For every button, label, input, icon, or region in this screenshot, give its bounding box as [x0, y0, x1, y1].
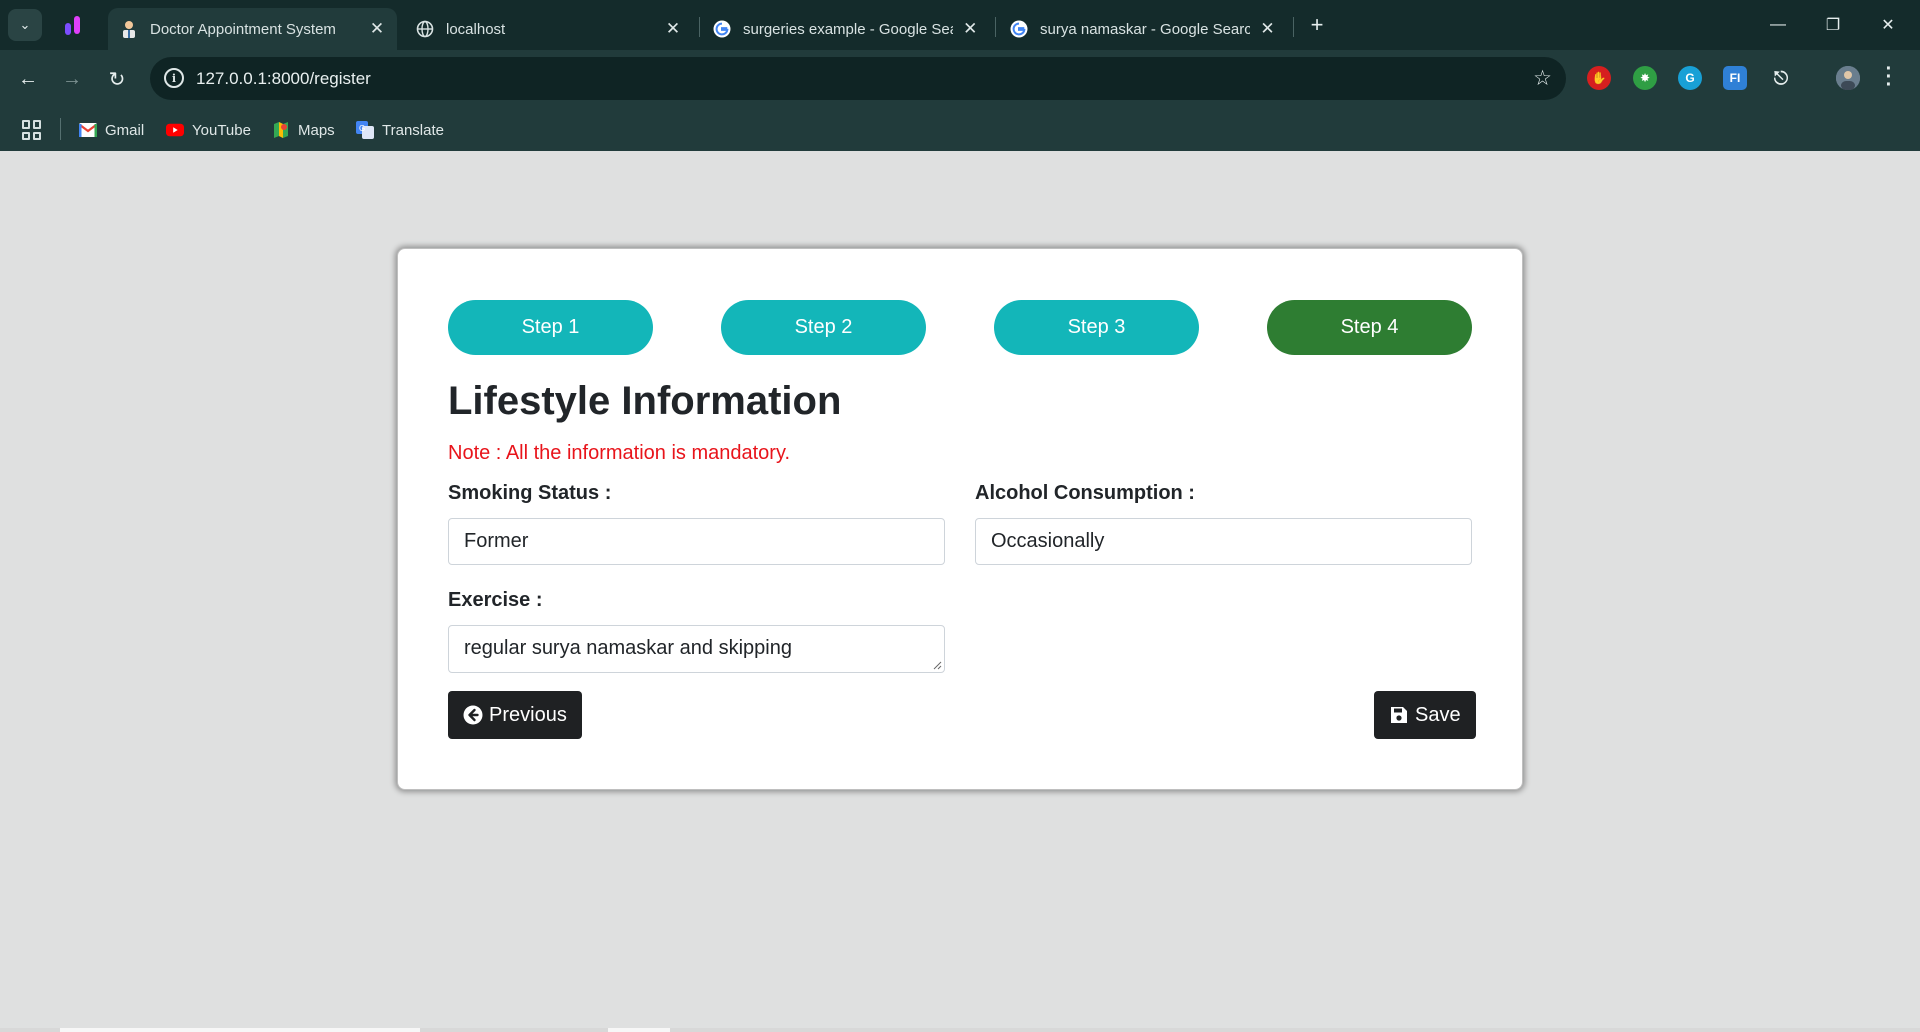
- previous-button-label: Previous: [489, 703, 567, 726]
- alcohol-consumption-field[interactable]: Occasionally: [975, 518, 1472, 565]
- bookmark-label: YouTube: [192, 121, 251, 139]
- minimize-icon: —: [1770, 16, 1786, 33]
- close-icon: ✕: [1881, 17, 1895, 34]
- bookmark-star-icon[interactable]: ☆: [1533, 66, 1552, 91]
- tab-title: Doctor Appointment System: [150, 20, 336, 38]
- close-window-button[interactable]: ✕: [1868, 10, 1908, 40]
- chevron-down-icon: ⌄: [19, 17, 31, 32]
- registration-card: Step 1 Step 2 Step 3 Step 4 Lifestyle In…: [397, 248, 1523, 790]
- tab-title: surya namaskar - Google Search: [1040, 20, 1250, 38]
- alcohol-consumption-label: Alcohol Consumption :: [975, 482, 1195, 504]
- bookmark-label: Gmail: [105, 121, 145, 139]
- previous-button[interactable]: Previous: [448, 691, 582, 739]
- tab-doctor-appointment[interactable]: Doctor Appointment System ✕: [108, 8, 397, 50]
- close-icon[interactable]: ✕: [367, 19, 387, 39]
- puzzle-extensions-icon[interactable]: ⎋: [1769, 66, 1793, 90]
- bookmarks-bar: Gmail YouTube Maps G Translate: [0, 108, 1920, 151]
- tab-strip: ⌄ Doctor Appointment System ✕ localhost …: [0, 0, 1920, 50]
- address-bar[interactable]: i 127.0.0.1:8000/register ☆: [150, 57, 1566, 100]
- tab-separator: [995, 17, 996, 37]
- avatar-icon: [1836, 66, 1860, 90]
- resize-handle-icon[interactable]: [932, 660, 942, 670]
- grammarly-extension-icon[interactable]: G: [1678, 66, 1702, 90]
- bookmark-translate[interactable]: G Translate: [356, 118, 444, 142]
- save-button-label: Save: [1415, 703, 1461, 726]
- fi-extension-icon[interactable]: FI: [1723, 66, 1747, 90]
- arrow-circle-left-icon: [463, 705, 483, 725]
- mandatory-note: Note : All the information is mandatory.: [448, 442, 791, 464]
- exercise-value: regular surya namaskar and skipping: [464, 637, 792, 659]
- smoking-status-label: Smoking Status :: [448, 482, 612, 504]
- tab-separator: [699, 17, 700, 37]
- youtube-icon: [166, 121, 184, 139]
- doctor-favicon-icon: [120, 20, 138, 38]
- step-3-button[interactable]: Step 3: [994, 300, 1199, 355]
- bookmark-youtube[interactable]: YouTube: [166, 118, 251, 142]
- tab-title: localhost: [446, 20, 506, 38]
- tab-search-button[interactable]: ⌄: [8, 9, 42, 41]
- arrow-right-icon: →: [62, 67, 82, 90]
- arrow-left-icon: ←: [18, 67, 38, 90]
- close-icon[interactable]: ✕: [961, 19, 980, 39]
- bookmark-maps[interactable]: Maps: [272, 118, 335, 142]
- more-menu-icon[interactable]: · · ·: [1882, 59, 1896, 95]
- profile-avatar[interactable]: [1836, 66, 1860, 90]
- google-icon: [713, 20, 731, 38]
- tab-separator: [1293, 17, 1294, 37]
- reload-button[interactable]: ↻: [102, 64, 132, 94]
- step-2-button[interactable]: Step 2: [721, 300, 926, 355]
- translate-icon: G: [356, 121, 374, 139]
- svg-text:G: G: [359, 124, 365, 133]
- tab-surya-namaskar-search[interactable]: surya namaskar - Google Search ✕: [998, 8, 1287, 50]
- tab-surgeries-search[interactable]: surgeries example - Google Sea ✕: [701, 8, 990, 50]
- bookmark-gmail[interactable]: Gmail: [79, 118, 144, 142]
- gmail-icon: [79, 121, 97, 139]
- step-1-button[interactable]: Step 1: [448, 300, 653, 355]
- floppy-disk-icon: [1389, 705, 1409, 725]
- apps-grid-icon[interactable]: [22, 120, 42, 140]
- bookmarks-divider: [60, 118, 61, 140]
- site-info-icon[interactable]: i: [164, 68, 184, 88]
- globe-icon: [416, 20, 434, 38]
- browser-toolbar: ← → ↻ i 127.0.0.1:8000/register ☆ ✋ ✸ G …: [0, 50, 1920, 108]
- reload-icon: ↻: [108, 68, 126, 91]
- close-icon[interactable]: ✕: [663, 19, 683, 39]
- restore-button[interactable]: ❐: [1813, 10, 1853, 40]
- page-title: Lifestyle Information: [448, 379, 842, 423]
- tab-localhost[interactable]: localhost ✕: [404, 8, 693, 50]
- exercise-label: Exercise :: [448, 589, 543, 611]
- plus-icon: +: [1310, 12, 1324, 37]
- forward-button[interactable]: →: [57, 64, 87, 94]
- bookmark-label: Translate: [382, 121, 444, 139]
- new-tab-button[interactable]: +: [1304, 12, 1330, 38]
- back-button[interactable]: ←: [13, 64, 43, 94]
- bottom-status-strip: [0, 1028, 1920, 1032]
- step-4-button[interactable]: Step 4: [1267, 300, 1472, 355]
- close-icon[interactable]: ✕: [1258, 19, 1277, 39]
- restore-icon: ❐: [1825, 17, 1841, 34]
- save-button[interactable]: Save: [1374, 691, 1476, 739]
- browser-chrome: ⌄ Doctor Appointment System ✕ localhost …: [0, 0, 1920, 151]
- adblock-extension-icon[interactable]: ✋: [1587, 66, 1611, 90]
- tab-title: surgeries example - Google Sea: [743, 20, 953, 38]
- google-icon: [1010, 20, 1028, 38]
- bookmark-label: Maps: [298, 121, 335, 139]
- smoking-status-field[interactable]: Former: [448, 518, 945, 565]
- exercise-textarea[interactable]: regular surya namaskar and skipping: [448, 625, 945, 673]
- chatgpt-extension-icon[interactable]: ✸: [1633, 66, 1657, 90]
- extension-logo-icon[interactable]: [62, 14, 84, 36]
- url-text[interactable]: 127.0.0.1:8000/register: [196, 69, 371, 89]
- maps-icon: [272, 121, 290, 139]
- minimize-button[interactable]: —: [1758, 10, 1798, 40]
